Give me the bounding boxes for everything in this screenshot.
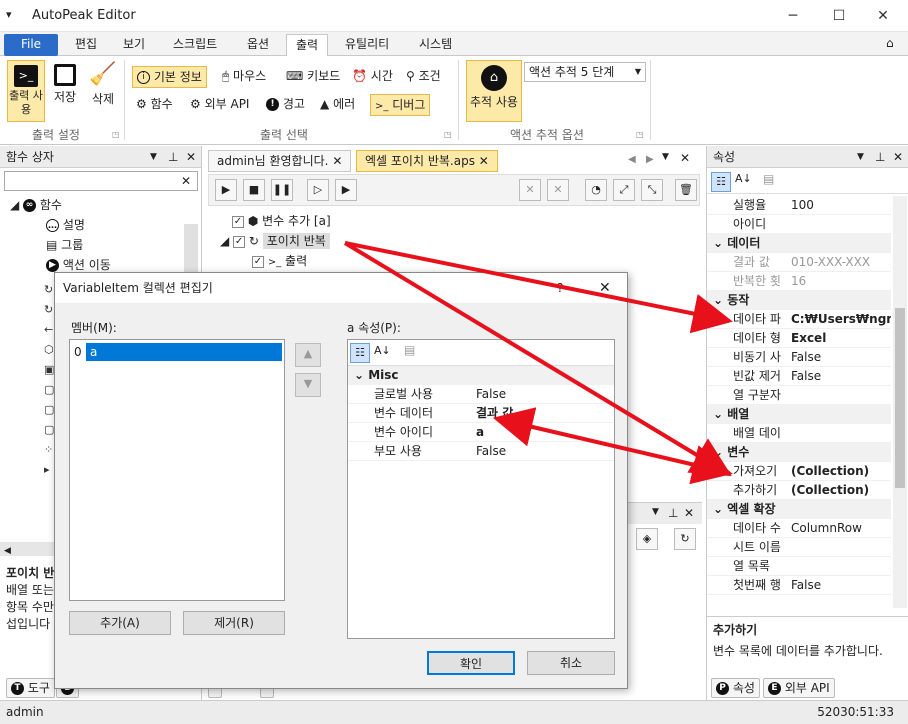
- annotation-arrows: [343, 241, 733, 485]
- arrow-to-data-path: [344, 241, 733, 334]
- arrow-result-collection: [492, 407, 733, 485]
- arrow-to-collection: [343, 241, 732, 477]
